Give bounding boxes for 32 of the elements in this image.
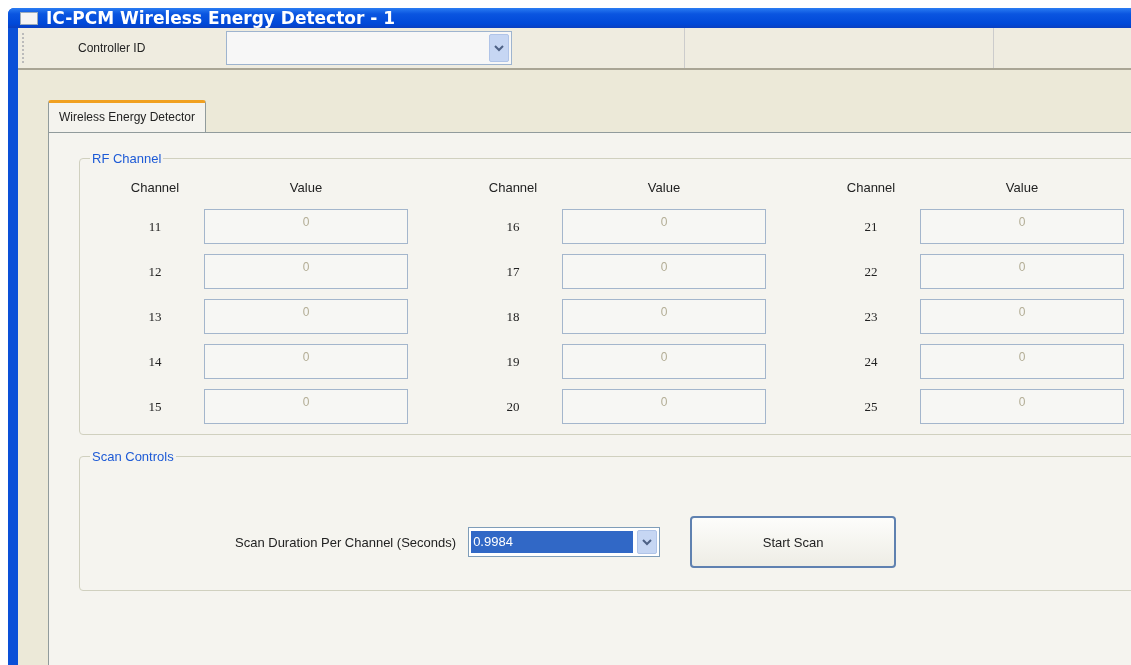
controller-id-dropdown[interactable] (226, 31, 512, 65)
channel-number: 15 (148, 398, 162, 415)
channel-number: 16 (506, 218, 520, 235)
start-scan-button[interactable]: Start Scan (690, 516, 897, 568)
channel-number: 24 (864, 353, 878, 370)
channel-number: 21 (864, 218, 878, 235)
channel-number: 14 (148, 353, 162, 370)
scan-duration-label: Scan Duration Per Channel (Seconds) (235, 534, 457, 550)
column-header: Channel (130, 180, 180, 195)
channel-number: 13 (148, 308, 162, 325)
column-header: Value (647, 180, 681, 195)
channel-number: 23 (864, 308, 878, 325)
column-header: Channel (846, 180, 896, 195)
group-title: Scan Controls (91, 449, 175, 464)
window-icon (20, 11, 38, 25)
channel-number: 20 (506, 398, 520, 415)
window-title: IC-PCM Wireless Energy Detector - 1 (46, 8, 396, 28)
channel-number: 22 (864, 263, 878, 280)
column-header: Value (1005, 180, 1039, 195)
scan-duration-value: 0.9984 (471, 531, 634, 553)
channel-number: 12 (148, 263, 162, 280)
scan-duration-dropdown[interactable]: 0.9984 (468, 527, 661, 557)
group-title: RF Channel (91, 151, 163, 166)
controller-id-label: Controller ID (78, 41, 147, 55)
channel-number: 19 (506, 353, 520, 370)
channel-number: 11 (148, 218, 162, 235)
column-header: Value (289, 180, 323, 195)
column-header: Channel (488, 180, 538, 195)
tab[interactable]: Wireless Energy Detector (48, 100, 207, 132)
channel-number: 17 (506, 263, 520, 280)
channel-number: 25 (864, 398, 878, 415)
channel-number: 18 (506, 308, 520, 325)
